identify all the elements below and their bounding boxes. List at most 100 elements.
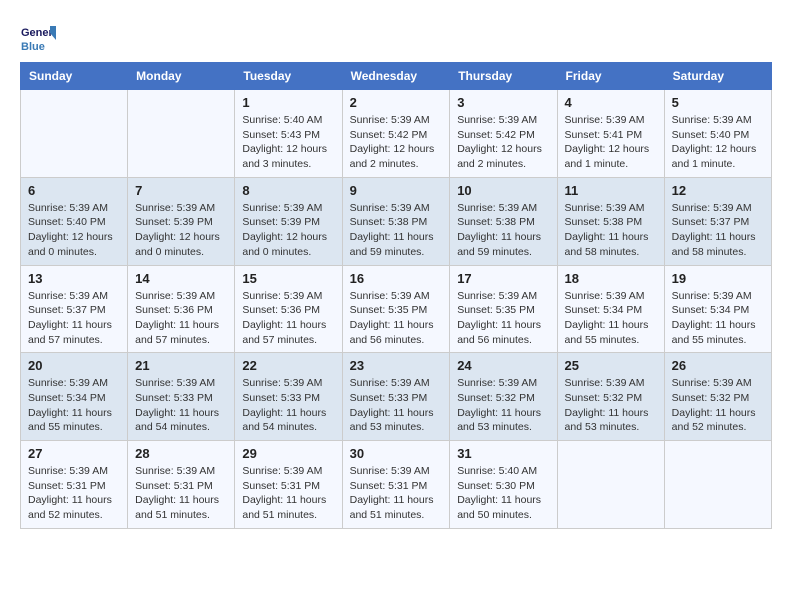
day-number: 4 (565, 95, 657, 110)
day-info: Sunrise: 5:39 AMSunset: 5:31 PMDaylight:… (28, 464, 120, 523)
day-info: Sunrise: 5:39 AMSunset: 5:35 PMDaylight:… (457, 289, 549, 348)
table-cell: 23Sunrise: 5:39 AMSunset: 5:33 PMDayligh… (342, 353, 450, 441)
day-info: Sunrise: 5:39 AMSunset: 5:34 PMDaylight:… (672, 289, 764, 348)
header-tuesday: Tuesday (235, 63, 342, 90)
day-info: Sunrise: 5:39 AMSunset: 5:42 PMDaylight:… (457, 113, 549, 172)
header-thursday: Thursday (450, 63, 557, 90)
table-cell: 27 Sunrise: 5:39 AMSunset: 5:31 PMDayligh… (21, 441, 128, 529)
day-number: 6 (28, 183, 120, 198)
day-info: Sunrise: 5:39 AMSunset: 5:34 PMDaylight:… (565, 289, 657, 348)
day-number: 27 (28, 446, 120, 461)
table-cell (21, 90, 128, 178)
day-number: 26 (672, 358, 764, 373)
table-cell: 12 Sunrise: 5:39 AMSunset: 5:37 PMDayligh… (664, 177, 771, 265)
table-cell: 9 Sunrise: 5:39 AMSunset: 5:38 PMDaylight… (342, 177, 450, 265)
day-info: Sunrise: 5:39 AMSunset: 5:37 PMDaylight:… (28, 289, 120, 348)
table-cell (128, 90, 235, 178)
day-info: Sunrise: 5:39 AMSunset: 5:36 PMDaylight:… (242, 289, 334, 348)
table-cell: 19 Sunrise: 5:39 AMSunset: 5:34 PMDayligh… (664, 265, 771, 353)
day-info: Sunrise: 5:39 AMSunset: 5:40 PMDaylight:… (28, 201, 120, 260)
table-cell (557, 441, 664, 529)
table-cell: 28 Sunrise: 5:39 AMSunset: 5:31 PMDayligh… (128, 441, 235, 529)
day-info: Sunrise: 5:39 AMSunset: 5:33 PMDaylight:… (350, 376, 443, 435)
day-info: Sunrise: 5:39 AMSunset: 5:42 PMDaylight:… (350, 113, 443, 172)
day-number: 19 (672, 271, 764, 286)
day-info: Sunrise: 5:39 AMSunset: 5:31 PMDaylight:… (242, 464, 334, 523)
day-info: Sunrise: 5:39 AMSunset: 5:38 PMDaylight:… (565, 201, 657, 260)
day-number: 2 (350, 95, 443, 110)
day-number: 14 (135, 271, 227, 286)
day-number: 3 (457, 95, 549, 110)
day-number: 20 (28, 358, 120, 373)
day-number: 30 (350, 446, 443, 461)
table-cell: 1 Sunrise: 5:40 AMSunset: 5:43 PMDaylight… (235, 90, 342, 178)
table-cell: 15 Sunrise: 5:39 AMSunset: 5:36 PMDayligh… (235, 265, 342, 353)
day-info: Sunrise: 5:39 AMSunset: 5:33 PMDaylight:… (135, 376, 227, 435)
day-info: Sunrise: 5:39 AMSunset: 5:35 PMDaylight:… (350, 289, 443, 348)
day-info: Sunrise: 5:39 AMSunset: 5:41 PMDaylight:… (565, 113, 657, 172)
day-number: 28 (135, 446, 227, 461)
day-number: 13 (28, 271, 120, 286)
table-cell: 6 Sunrise: 5:39 AMSunset: 5:40 PMDaylight… (21, 177, 128, 265)
table-cell: 21 Sunrise: 5:39 AMSunset: 5:33 PMDayligh… (128, 353, 235, 441)
day-info: Sunrise: 5:39 AMSunset: 5:39 PMDaylight:… (242, 201, 334, 260)
day-number: 18 (565, 271, 657, 286)
header-wednesday: Wednesday (342, 63, 450, 90)
table-cell: 29 Sunrise: 5:39 AMSunset: 5:31 PMDayligh… (235, 441, 342, 529)
table-cell: 17 Sunrise: 5:39 AMSunset: 5:35 PMDayligh… (450, 265, 557, 353)
day-number: 21 (135, 358, 227, 373)
day-number: 17 (457, 271, 549, 286)
table-cell: 30 Sunrise: 5:39 AMSunset: 5:31 PMDayligh… (342, 441, 450, 529)
day-info: Sunrise: 5:39 AMSunset: 5:32 PMDaylight:… (672, 376, 764, 435)
table-cell: 8 Sunrise: 5:39 AMSunset: 5:39 PMDaylight… (235, 177, 342, 265)
table-cell: 25 Sunrise: 5:39 AMSunset: 5:32 PMDayligh… (557, 353, 664, 441)
day-info: Sunrise: 5:39 AMSunset: 5:36 PMDaylight:… (135, 289, 227, 348)
svg-text:Blue: Blue (21, 41, 45, 53)
table-cell: 26 Sunrise: 5:39 AMSunset: 5:32 PMDayligh… (664, 353, 771, 441)
day-info: Sunrise: 5:39 AMSunset: 5:33 PMDaylight:… (242, 376, 334, 435)
day-info: Sunrise: 5:39 AMSunset: 5:31 PMDaylight:… (135, 464, 227, 523)
day-number: 25 (565, 358, 657, 373)
table-cell: 13 Sunrise: 5:39 AMSunset: 5:37 PMDayligh… (21, 265, 128, 353)
table-cell: 14 Sunrise: 5:39 AMSunset: 5:36 PMDayligh… (128, 265, 235, 353)
day-info: Sunrise: 5:39 AMSunset: 5:38 PMDaylight:… (350, 201, 443, 260)
day-info: Sunrise: 5:39 AMSunset: 5:32 PMDaylight:… (565, 376, 657, 435)
table-cell: 24 Sunrise: 5:39 AMSunset: 5:32 PMDayligh… (450, 353, 557, 441)
header-sunday: Sunday (21, 63, 128, 90)
day-info: Sunrise: 5:39 AMSunset: 5:40 PMDaylight:… (672, 113, 764, 172)
table-cell: 7 Sunrise: 5:39 AMSunset: 5:39 PMDaylight… (128, 177, 235, 265)
table-cell: 31Sunrise: 5:40 AMSunset: 5:30 PMDayligh… (450, 441, 557, 529)
day-info: Sunrise: 5:39 AMSunset: 5:31 PMDaylight:… (350, 464, 443, 523)
day-number: 7 (135, 183, 227, 198)
day-number: 1 (242, 95, 334, 110)
day-info: Sunrise: 5:39 AMSunset: 5:39 PMDaylight:… (135, 201, 227, 260)
day-number: 10 (457, 183, 549, 198)
table-cell: 3 Sunrise: 5:39 AMSunset: 5:42 PMDaylight… (450, 90, 557, 178)
day-info: Sunrise: 5:39 AMSunset: 5:34 PMDaylight:… (28, 376, 120, 435)
day-number: 8 (242, 183, 334, 198)
day-number: 5 (672, 95, 764, 110)
day-number: 12 (672, 183, 764, 198)
day-number: 9 (350, 183, 443, 198)
day-number: 15 (242, 271, 334, 286)
table-cell (664, 441, 771, 529)
header-saturday: Saturday (664, 63, 771, 90)
day-number: 29 (242, 446, 334, 461)
table-cell: 22 Sunrise: 5:39 AMSunset: 5:33 PMDayligh… (235, 353, 342, 441)
table-cell: 20 Sunrise: 5:39 AMSunset: 5:34 PMDayligh… (21, 353, 128, 441)
day-info: Sunrise: 5:39 AMSunset: 5:37 PMDaylight:… (672, 201, 764, 260)
table-cell: 4 Sunrise: 5:39 AMSunset: 5:41 PMDaylight… (557, 90, 664, 178)
table-cell: 11 Sunrise: 5:39 AMSunset: 5:38 PMDayligh… (557, 177, 664, 265)
table-cell: 10Sunrise: 5:39 AMSunset: 5:38 PMDayligh… (450, 177, 557, 265)
day-number: 22 (242, 358, 334, 373)
day-number: 16 (350, 271, 443, 286)
logo: General Blue (20, 20, 56, 56)
day-info: Sunrise: 5:39 AMSunset: 5:32 PMDaylight:… (457, 376, 549, 435)
calendar-table: SundayMondayTuesdayWednesdayThursdayFrid… (20, 62, 772, 529)
day-number: 24 (457, 358, 549, 373)
header-friday: Friday (557, 63, 664, 90)
day-info: Sunrise: 5:40 AMSunset: 5:43 PMDaylight:… (242, 113, 334, 172)
table-cell: 16 Sunrise: 5:39 AMSunset: 5:35 PMDayligh… (342, 265, 450, 353)
header-monday: Monday (128, 63, 235, 90)
day-number: 11 (565, 183, 657, 198)
